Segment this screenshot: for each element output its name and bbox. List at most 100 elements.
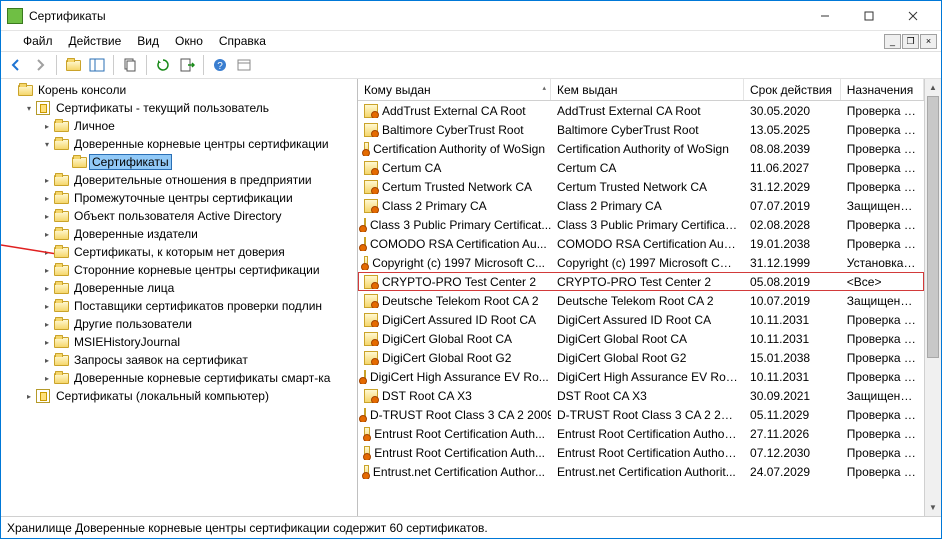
list-row[interactable]: DigiCert Global Root G2DigiCert Global R… xyxy=(358,348,924,367)
tree-personal[interactable]: Личное xyxy=(41,117,357,135)
show-tree-button[interactable] xyxy=(86,54,108,76)
list-row[interactable]: DigiCert Global Root CADigiCert Global R… xyxy=(358,329,924,348)
cell-issued-to: DigiCert Global Root G2 xyxy=(382,351,511,365)
copy-button[interactable] xyxy=(119,54,141,76)
scroll-down-icon[interactable]: ▼ xyxy=(925,499,941,516)
cell-expiry: 10.11.2031 xyxy=(744,313,841,327)
cell-expiry: 05.11.2029 xyxy=(744,408,841,422)
tree-third-party[interactable]: Сторонние корневые центры сертификации xyxy=(41,261,357,279)
cell-issued-by: Entrust.net Certification Authorit... xyxy=(551,465,744,479)
tree-certs-user[interactable]: Сертификаты - текущий пользователь xyxy=(23,99,357,117)
certificate-icon xyxy=(364,123,378,137)
cell-purpose: Проверка под xyxy=(841,332,924,346)
titlebar: Сертификаты xyxy=(1,1,941,31)
list-row[interactable]: Deutsche Telekom Root CA 2Deutsche Telek… xyxy=(358,291,924,310)
list-row[interactable]: DigiCert Assured ID Root CADigiCert Assu… xyxy=(358,310,924,329)
list-body: AddTrust External CA RootAddTrust Extern… xyxy=(358,101,924,516)
tree-intermediate[interactable]: Промежуточные центры сертификации xyxy=(41,189,357,207)
list-row[interactable]: Class 3 Public Primary Certificat...Clas… xyxy=(358,215,924,234)
properties-button[interactable] xyxy=(233,54,255,76)
mdi-restore[interactable]: ❐ xyxy=(902,34,919,49)
tree-msie[interactable]: MSIEHistoryJournal xyxy=(41,333,357,351)
tree-trusted-publishers[interactable]: Доверенные издатели xyxy=(41,225,357,243)
col-purpose[interactable]: Назначения xyxy=(841,79,924,100)
menu-help[interactable]: Справка xyxy=(211,33,274,49)
maximize-button[interactable] xyxy=(847,2,891,30)
certificate-icon xyxy=(364,104,378,118)
list-row[interactable]: CRYPTO-PRO Test Center 2CRYPTO-PRO Test … xyxy=(358,272,924,291)
tree-client-auth[interactable]: Поставщики сертификатов проверки подлин xyxy=(41,297,357,315)
list-row[interactable]: Certum CACertum CA11.06.2027Проверка под xyxy=(358,158,924,177)
mdi-minimize[interactable]: _ xyxy=(884,34,901,49)
list-row[interactable]: D-TRUST Root Class 3 CA 2 2009D-TRUST Ro… xyxy=(358,405,924,424)
cell-issued-to: Class 2 Primary CA xyxy=(382,199,487,213)
up-button[interactable] xyxy=(62,54,84,76)
certificate-icon xyxy=(364,408,366,422)
list-row[interactable]: Certum Trusted Network CACertum Trusted … xyxy=(358,177,924,196)
list-row[interactable]: Baltimore CyberTrust RootBaltimore Cyber… xyxy=(358,120,924,139)
close-button[interactable] xyxy=(891,2,935,30)
col-issued-by[interactable]: Кем выдан xyxy=(551,79,744,100)
menu-file[interactable]: Файл xyxy=(15,33,61,49)
cell-expiry: 31.12.2029 xyxy=(744,180,841,194)
mdi-close[interactable]: × xyxy=(920,34,937,49)
vertical-scrollbar[interactable]: ▲ ▼ xyxy=(924,79,941,516)
cell-issued-by: Class 3 Public Primary Certificatio... xyxy=(551,218,744,232)
cell-expiry: 15.01.2038 xyxy=(744,351,841,365)
list-row[interactable]: COMODO RSA Certification Au...COMODO RSA… xyxy=(358,234,924,253)
list-row[interactable]: Copyright (c) 1997 Microsoft C...Copyrig… xyxy=(358,253,924,272)
cell-expiry: 24.07.2029 xyxy=(744,465,841,479)
list-row[interactable]: Entrust Root Certification Auth...Entrus… xyxy=(358,443,924,462)
cell-issued-to: DigiCert High Assurance EV Ro... xyxy=(370,370,549,384)
forward-button[interactable] xyxy=(29,54,51,76)
cell-issued-by: Entrust Root Certification Authority xyxy=(551,427,744,441)
list-row[interactable]: AddTrust External CA RootAddTrust Extern… xyxy=(358,101,924,120)
cell-purpose: Установка ме xyxy=(841,256,924,270)
menu-view[interactable]: Вид xyxy=(129,33,167,49)
cell-issued-by: DigiCert High Assurance EV Root ... xyxy=(551,370,744,384)
cell-purpose: Защищенная xyxy=(841,389,924,403)
tree-other-users[interactable]: Другие пользователи xyxy=(41,315,357,333)
certificate-icon xyxy=(364,199,378,213)
cell-expiry: 05.08.2019 xyxy=(744,275,841,289)
cell-issued-by: Class 2 Primary CA xyxy=(551,199,744,213)
export-button[interactable] xyxy=(176,54,198,76)
certificate-icon xyxy=(364,351,378,365)
tree-root[interactable]: Корень консоли xyxy=(5,81,357,99)
list-row[interactable]: Certification Authority of WoSignCertifi… xyxy=(358,139,924,158)
tree-trusted-root[interactable]: Доверенные корневые центры сертификации xyxy=(41,135,357,153)
cell-purpose: Защищенная xyxy=(841,199,924,213)
cell-expiry: 19.01.2038 xyxy=(744,237,841,251)
cell-issued-to: Certum Trusted Network CA xyxy=(382,180,532,194)
list-row[interactable]: Class 2 Primary CAClass 2 Primary CA07.0… xyxy=(358,196,924,215)
cell-issued-to: Deutsche Telekom Root CA 2 xyxy=(382,294,539,308)
cell-purpose: Проверка под xyxy=(841,427,924,441)
cell-purpose: <Все> xyxy=(841,275,924,289)
tree-ad-object[interactable]: Объект пользователя Active Directory xyxy=(41,207,357,225)
list-header: Кому выдан Кем выдан Срок действия Назна… xyxy=(358,79,924,101)
tree-trusted-people[interactable]: Доверенные лица xyxy=(41,279,357,297)
cell-purpose: Проверка под xyxy=(841,465,924,479)
tree-enterprise-trust[interactable]: Доверительные отношения в предприятии xyxy=(41,171,357,189)
back-button[interactable] xyxy=(5,54,27,76)
refresh-button[interactable] xyxy=(152,54,174,76)
tree-untrusted[interactable]: Сертификаты, к которым нет доверия xyxy=(41,243,357,261)
minimize-button[interactable] xyxy=(803,2,847,30)
cell-expiry: 07.12.2030 xyxy=(744,446,841,460)
tree-smartcard-trusted[interactable]: Доверенные корневые сертификаты смарт-ка xyxy=(41,369,357,387)
tree-certs-local[interactable]: Сертификаты (локальный компьютер) xyxy=(23,387,357,405)
menu-window[interactable]: Окно xyxy=(167,33,211,49)
cell-purpose: Защищенная xyxy=(841,294,924,308)
help-button[interactable]: ? xyxy=(209,54,231,76)
menu-action[interactable]: Действие xyxy=(61,33,130,49)
tree-cert-requests[interactable]: Запросы заявок на сертификат xyxy=(41,351,357,369)
list-row[interactable]: Entrust.net Certification Author...Entru… xyxy=(358,462,924,481)
list-row[interactable]: DST Root CA X3DST Root CA X330.09.2021За… xyxy=(358,386,924,405)
scroll-up-icon[interactable]: ▲ xyxy=(925,79,941,96)
list-row[interactable]: Entrust Root Certification Auth...Entrus… xyxy=(358,424,924,443)
scroll-thumb[interactable] xyxy=(927,96,939,358)
list-row[interactable]: DigiCert High Assurance EV Ro...DigiCert… xyxy=(358,367,924,386)
col-expiry[interactable]: Срок действия xyxy=(744,79,841,100)
col-issued-to[interactable]: Кому выдан xyxy=(358,79,551,100)
tree-certificates[interactable]: Сертификаты xyxy=(59,153,357,171)
